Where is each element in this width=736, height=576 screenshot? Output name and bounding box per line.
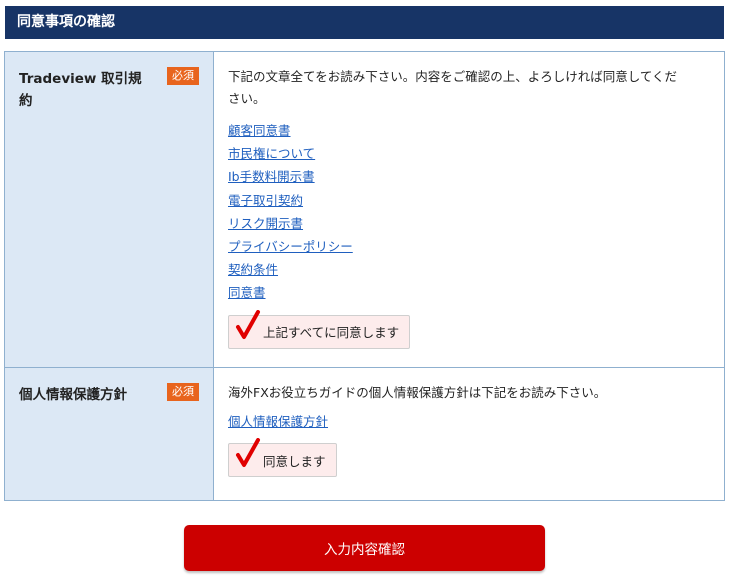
confirm-input-button[interactable]: 入力内容確認 bbox=[184, 525, 545, 571]
checkmark-icon bbox=[235, 309, 261, 343]
privacy-title: 個人情報保護方針 bbox=[19, 387, 127, 403]
link-consent-form[interactable]: 同意書 bbox=[228, 281, 710, 304]
link-ib-fee-disclosure[interactable]: Ib手数料開示書 bbox=[228, 165, 710, 188]
terms-title: Tradeview 取引規約 bbox=[19, 71, 142, 109]
required-badge: 必須 bbox=[167, 67, 199, 85]
agree-all-checkbox[interactable]: 上記すべてに同意します bbox=[228, 309, 411, 349]
terms-intro-text: 下記の文章全てをお読み下さい。内容をご確認の上、よろしければ同意してください。 bbox=[228, 69, 678, 106]
consent-form-table: Tradeview 取引規約 必須 下記の文章全てをお読み下さい。内容をご確認の… bbox=[4, 51, 725, 501]
link-privacy-policy[interactable]: プライバシーポリシー bbox=[228, 235, 710, 258]
agree-all-label: 上記すべてに同意します bbox=[263, 325, 400, 341]
link-customer-agreement[interactable]: 顧客同意書 bbox=[228, 119, 710, 142]
link-terms-conditions[interactable]: 契約条件 bbox=[228, 258, 710, 281]
privacy-row-body: 海外FXお役立ちガイドの個人情報保護方針は下記をお読み下さい。 個人情報保護方針… bbox=[214, 368, 724, 500]
privacy-row-head: 個人情報保護方針 必須 bbox=[5, 368, 214, 500]
link-citizenship[interactable]: 市民権について bbox=[228, 142, 710, 165]
terms-row-head: Tradeview 取引規約 必須 bbox=[5, 52, 214, 367]
checkmark-icon bbox=[235, 438, 261, 471]
agree-privacy-label: 同意します bbox=[263, 453, 326, 469]
terms-row-body: 下記の文章全てをお読み下さい。内容をご確認の上、よろしければ同意してください。 … bbox=[214, 52, 724, 367]
terms-row: Tradeview 取引規約 必須 下記の文章全てをお読み下さい。内容をご確認の… bbox=[5, 52, 724, 368]
privacy-row: 個人情報保護方針 必須 海外FXお役立ちガイドの個人情報保護方針は下記をお読み下… bbox=[5, 368, 724, 500]
link-electronic-trading[interactable]: 電子取引契約 bbox=[228, 189, 710, 212]
privacy-intro-text: 海外FXお役立ちガイドの個人情報保護方針は下記をお読み下さい。 bbox=[228, 385, 607, 400]
required-badge: 必須 bbox=[167, 383, 199, 401]
link-personal-info-policy[interactable]: 個人情報保護方針 bbox=[228, 410, 710, 433]
agree-privacy-checkbox[interactable]: 同意します bbox=[228, 438, 337, 478]
link-risk-disclosure[interactable]: リスク開示書 bbox=[228, 212, 710, 235]
section-header: 同意事項の確認 bbox=[5, 6, 724, 39]
